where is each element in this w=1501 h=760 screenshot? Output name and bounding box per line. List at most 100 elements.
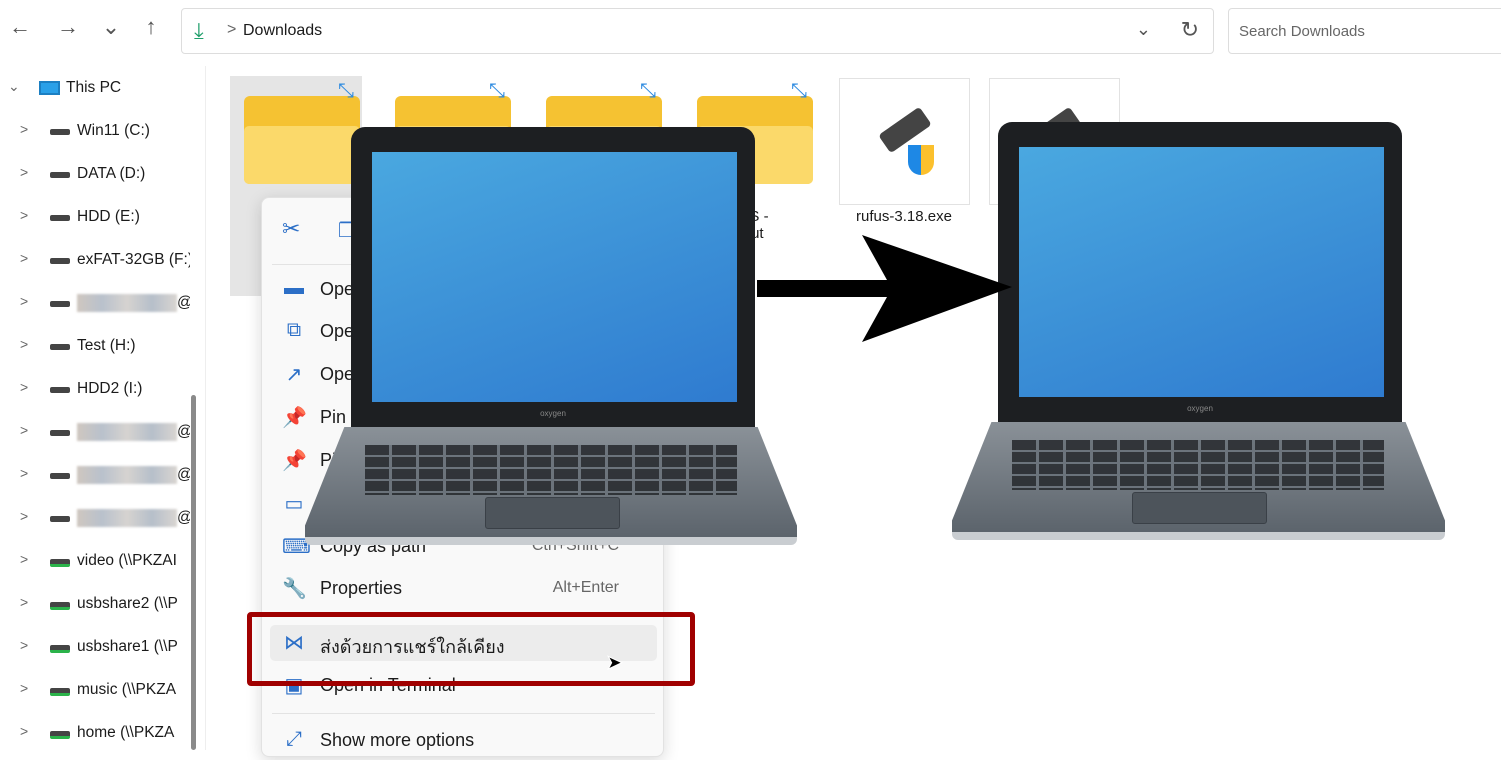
- compressed-icon: ⤡: [640, 80, 656, 102]
- drive-icon: [50, 344, 70, 350]
- sidebar-item[interactable]: > usbshare1 (\\P: [0, 627, 190, 667]
- chevron-right-icon[interactable]: >: [20, 723, 28, 739]
- network-drive-icon: [50, 688, 70, 696]
- menu-item-shortcut: Alt+Enter: [552, 579, 619, 596]
- menu-item-label: Show more options: [320, 730, 475, 750]
- sidebar-item[interactable]: > @: [0, 455, 190, 495]
- breadcrumb-separator: >: [227, 21, 237, 38]
- chevron-right-icon[interactable]: >: [20, 164, 28, 180]
- redacted: [77, 466, 177, 484]
- compressed-icon: ⤡: [489, 80, 505, 102]
- chevron-right-icon[interactable]: >: [20, 207, 28, 223]
- sidebar-item[interactable]: > Win11 (C:): [0, 111, 190, 151]
- chevron-right-icon[interactable]: >: [20, 680, 28, 696]
- chevron-right-icon[interactable]: >: [20, 336, 28, 352]
- sidebar-item-label: Win11 (C:): [77, 122, 150, 139]
- sidebar-scrollbar[interactable]: [191, 395, 196, 750]
- redacted: [77, 423, 177, 441]
- open-external-icon: ↗: [285, 364, 303, 386]
- chevron-right-icon[interactable]: >: [20, 551, 28, 567]
- chevron-right-icon[interactable]: >: [20, 465, 28, 481]
- forward-button[interactable]: →: [53, 14, 83, 40]
- sidebar-item[interactable]: > DATA (D:): [0, 154, 190, 194]
- drive-icon: [50, 516, 70, 522]
- chevron-right-icon[interactable]: >: [20, 422, 28, 438]
- sidebar-item-label: @gma: [77, 294, 190, 312]
- back-button[interactable]: ←: [5, 14, 35, 40]
- show-more-icon: ⤢: [286, 728, 302, 750]
- sidebar-item[interactable]: > @gma: [0, 283, 190, 323]
- sidebar-item-this-pc[interactable]: ⌄ This PC: [0, 68, 190, 108]
- file-name: rufus-3.18.exe: [856, 208, 952, 225]
- up-button[interactable]: ↑: [136, 14, 166, 40]
- exe-thumbnail: [839, 78, 970, 205]
- chevron-right-icon[interactable]: >: [20, 250, 28, 266]
- sidebar-item-label: DATA (D:): [77, 165, 146, 182]
- chevron-right-icon[interactable]: >: [20, 508, 28, 524]
- sidebar-item-label: @gma: [77, 509, 190, 527]
- folder-icon: ▬: [284, 277, 304, 299]
- redacted: [77, 294, 177, 312]
- network-drive-icon: [50, 645, 70, 653]
- sidebar-item-label: music (\\PKZA: [77, 681, 177, 698]
- drive-icon: [50, 258, 70, 264]
- sidebar-item[interactable]: > Test (H:): [0, 326, 190, 366]
- sidebar-item[interactable]: > usbshare2 (\\P: [0, 584, 190, 624]
- shield-icon: [908, 145, 934, 175]
- laptop-image-target: oxygen: [952, 122, 1445, 540]
- address-bar[interactable]: ⤓ > Downloads ⌄ ↻: [181, 8, 1214, 54]
- sidebar-item-label: video (\\PKZAI: [77, 552, 177, 569]
- download-icon: ⤓: [194, 18, 204, 43]
- chevron-right-icon[interactable]: >: [20, 637, 28, 653]
- sidebar-item-label: This PC: [66, 79, 122, 96]
- sidebar-item-label: @: [77, 466, 190, 484]
- sidebar-item[interactable]: > @: [0, 412, 190, 452]
- sidebar-item-label: exFAT-32GB (F:): [77, 251, 190, 268]
- divider: [272, 713, 655, 714]
- compressed-icon: ⤡: [338, 80, 354, 102]
- drive-icon: [50, 215, 70, 221]
- chevron-right-icon[interactable]: >: [20, 379, 28, 395]
- sidebar-item[interactable]: > video (\\PKZAI: [0, 541, 190, 581]
- search-input[interactable]: Search Downloads: [1228, 8, 1501, 54]
- drive-icon: [50, 172, 70, 178]
- sidebar-item[interactable]: > home (\\PKZA: [0, 713, 190, 753]
- network-drive-icon: [50, 602, 70, 610]
- sidebar-item-label: @: [77, 423, 190, 441]
- pin-icon: 📌: [282, 450, 307, 472]
- chevron-right-icon[interactable]: >: [20, 293, 28, 309]
- sidebar-item[interactable]: > music (\\PKZA: [0, 670, 190, 710]
- sidebar-item[interactable]: > @gma: [0, 498, 190, 538]
- network-drive-icon: [50, 731, 70, 739]
- sidebar-item-label: HDD (E:): [77, 208, 140, 225]
- navigation-pane: ⌄ This PC > Win11 (C:) > DATA (D:) > HDD (…: [0, 66, 205, 750]
- sidebar-item[interactable]: > HDD (E:): [0, 197, 190, 237]
- chevron-down-icon[interactable]: ⌄: [8, 78, 20, 95]
- menu-item[interactable]: ⤢ Show more options: [262, 720, 663, 760]
- sidebar-item[interactable]: > exFAT-32GB (F:): [0, 240, 190, 280]
- sidebar-item-label: home (\\PKZA: [77, 724, 175, 741]
- drive-icon: [50, 129, 70, 135]
- monitor-icon: [39, 81, 60, 95]
- cut-icon[interactable]: ✂: [282, 216, 300, 242]
- open-new-window-icon: ⧉: [286, 319, 302, 341]
- sidebar-item[interactable]: > HDD2 (I:): [0, 369, 190, 409]
- menu-item[interactable]: 🔧 Properties Alt+Enter: [262, 568, 663, 608]
- refresh-button[interactable]: ↻: [1181, 17, 1199, 43]
- sidebar-item-label: usbshare2 (\\P: [77, 595, 178, 612]
- divider: [205, 66, 206, 750]
- menu-item-label: Properties: [320, 578, 403, 598]
- arrow-right-icon: [757, 235, 1012, 342]
- chevron-down-icon[interactable]: ⌄: [1136, 19, 1151, 40]
- chevron-right-icon[interactable]: >: [20, 594, 28, 610]
- wrench-icon: 🔧: [282, 578, 307, 600]
- compressed-icon: ⤡: [791, 80, 807, 102]
- zip-folder-icon: ▭: [284, 493, 304, 515]
- breadcrumb-downloads[interactable]: Downloads: [243, 22, 322, 40]
- chevron-right-icon[interactable]: >: [20, 121, 28, 137]
- network-drive-icon: [50, 559, 70, 567]
- laptop-screen: [372, 152, 737, 402]
- recent-locations-button[interactable]: ⌄: [96, 14, 126, 40]
- mouse-cursor-icon: ➤: [606, 652, 624, 675]
- laptop-image-source: oxygen: [305, 127, 797, 545]
